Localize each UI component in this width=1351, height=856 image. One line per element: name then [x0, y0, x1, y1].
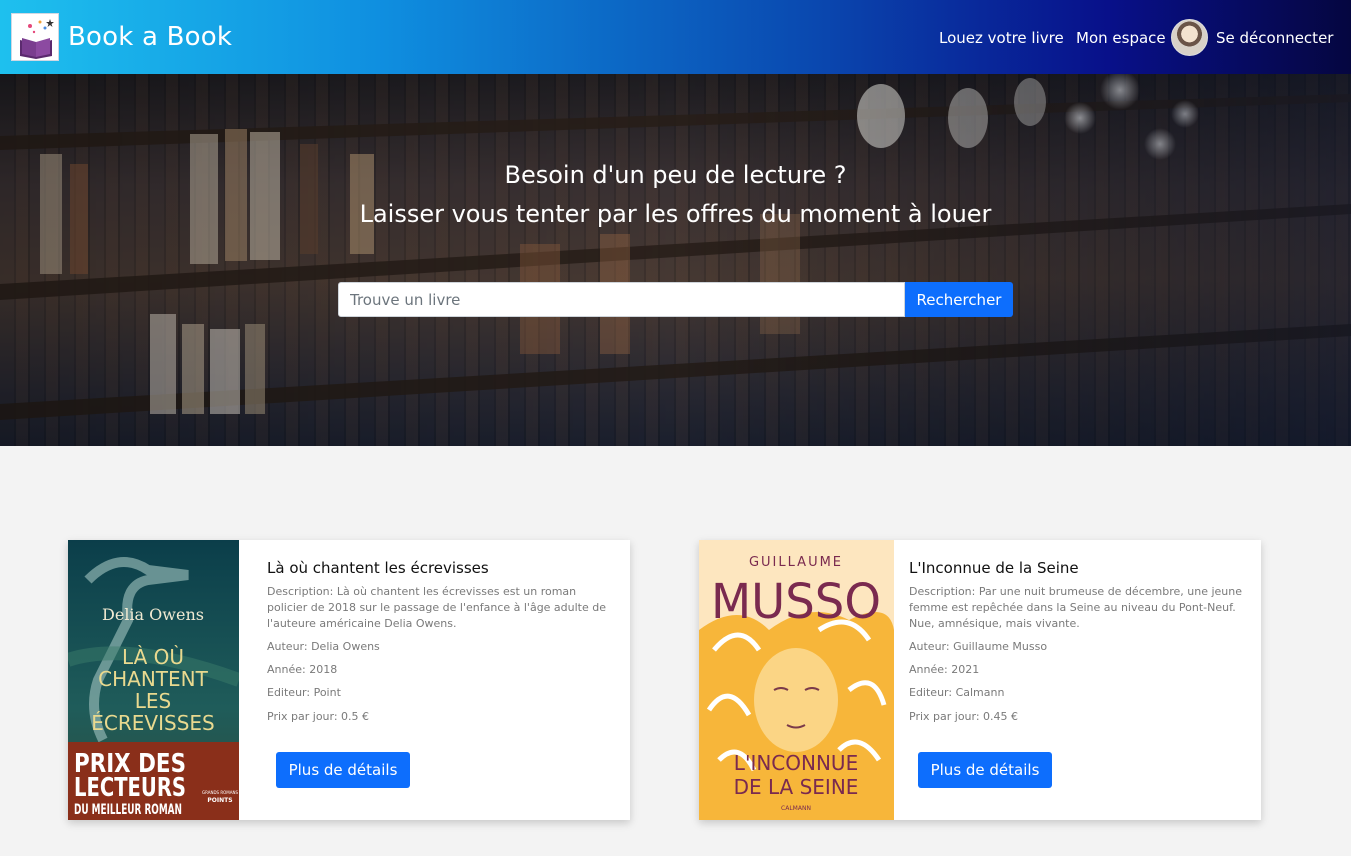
book-cover-illustration: GUILLAUME MUSSO L'INCONNUE DE LA SEINE C… [699, 540, 894, 820]
book-author: Auteur: Delia Owens [267, 640, 380, 653]
cover-title-line: LÀ OÙ [122, 645, 184, 669]
book-card: Delia Owens LÀ OÙ CHANTENT LES ÉCREVISSE… [68, 540, 630, 820]
cover-title-line: L'INCONNUE [734, 751, 858, 775]
cover-title-line: ÉCREVISSES [91, 711, 214, 735]
details-button[interactable]: Plus de détails [276, 752, 410, 788]
book-logo-icon [20, 19, 54, 59]
cover-author-first: GUILLAUME [749, 555, 843, 570]
book-year: Année: 2021 [909, 663, 980, 676]
library-background-image [0, 74, 1351, 446]
book-publisher: Editeur: Calmann [909, 686, 1005, 699]
search-button[interactable]: Rechercher [905, 282, 1013, 317]
details-button[interactable]: Plus de détails [918, 752, 1052, 788]
book-title: Là où chantent les écrevisses [267, 559, 489, 577]
cover-title-line: DE LA SEINE [734, 775, 859, 799]
logo[interactable] [11, 13, 59, 61]
book-description: Description: Par une nuit brumeuse de dé… [909, 585, 1242, 630]
cover-badge-text: POINTS [207, 797, 232, 804]
book-description: Description: Là où chantent les écreviss… [267, 585, 607, 630]
book-publisher: Editeur: Point [267, 686, 341, 699]
cover-banner-line: DU MEILLEUR ROMAN [74, 802, 182, 818]
book-author: Auteur: Guillaume Musso [909, 640, 1048, 653]
book-cover-illustration: Delia Owens LÀ OÙ CHANTENT LES ÉCREVISSE… [68, 540, 239, 820]
book-cover-image: Delia Owens LÀ OÙ CHANTENT LES ÉCREVISSE… [68, 540, 239, 820]
cover-badge-small-text: GRANDS ROMANS [202, 790, 238, 795]
nav-my-space[interactable]: Mon espace [1076, 29, 1166, 47]
search-input[interactable] [338, 282, 905, 317]
cover-title-line: LES [135, 689, 171, 713]
hero-heading-line1: Besoin d'un peu de lecture ? [504, 161, 847, 189]
book-year: Année: 2018 [267, 663, 338, 676]
navbar: Book a Book Louez votre livre Mon espace… [0, 0, 1351, 74]
cover-banner-line: LECTEURS [74, 773, 186, 803]
nav-logout[interactable]: Se déconnecter [1216, 29, 1333, 47]
book-card: GUILLAUME MUSSO L'INCONNUE DE LA SEINE C… [699, 540, 1261, 820]
book-title: L'Inconnue de la Seine [909, 559, 1079, 577]
cover-author-text: Delia Owens [102, 605, 204, 624]
cover-publisher: CALMANN [781, 805, 811, 812]
book-price: Prix par jour: 0.5 € [267, 710, 370, 723]
hero-banner: Besoin d'un peu de lecture ? Laisser vou… [0, 74, 1351, 446]
book-price: Prix par jour: 0.45 € [909, 710, 1019, 723]
avatar[interactable] [1171, 19, 1208, 56]
hero-heading-line2: Laisser vous tenter par les offres du mo… [359, 200, 992, 228]
cover-title-line: CHANTENT [98, 667, 208, 691]
book-cover-image: GUILLAUME MUSSO L'INCONNUE DE LA SEINE C… [699, 540, 894, 820]
brand-name[interactable]: Book a Book [68, 22, 232, 52]
cover-author-last: MUSSO [711, 574, 881, 630]
nav-rent-book[interactable]: Louez votre livre [939, 29, 1064, 47]
